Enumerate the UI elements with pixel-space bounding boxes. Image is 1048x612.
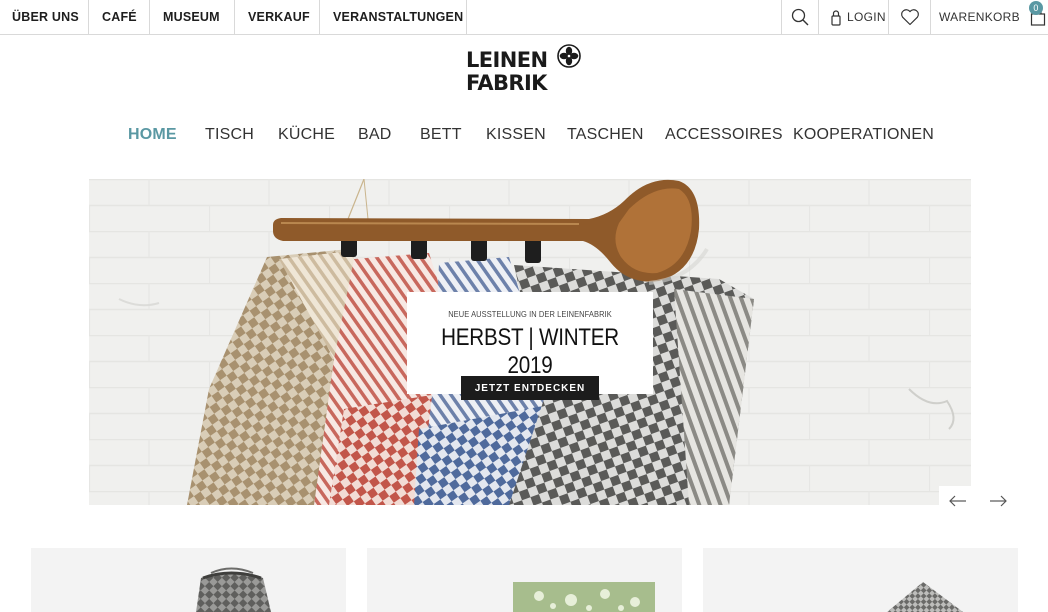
main-nav-home[interactable]: HOME xyxy=(128,126,177,144)
cart-count-badge: 0 xyxy=(1029,1,1043,15)
slider-controls xyxy=(939,486,1019,516)
top-nav-ueber-uns[interactable]: ÜBER UNS xyxy=(0,0,89,34)
product-image-napkin xyxy=(887,582,963,612)
search-icon xyxy=(791,8,809,26)
arrow-left-icon xyxy=(949,495,966,507)
hero-card: NEUE AUSSTELLUNG IN DER LEINENFABRIK HER… xyxy=(407,292,653,400)
product-tile[interactable] xyxy=(31,548,346,612)
hero-title: HERBST | WINTER 2019 xyxy=(441,324,619,379)
product-image-bag xyxy=(196,567,271,612)
hero-slider: NEUE AUSSTELLUNG IN DER LEINENFABRIK HER… xyxy=(89,179,971,505)
site-logo[interactable]: LEINEN FABRIK xyxy=(466,44,586,98)
login-button[interactable]: LOGIN xyxy=(818,0,888,34)
main-nav-bett[interactable]: BETT xyxy=(420,126,462,144)
top-nav-verkauf[interactable]: VERKAUF xyxy=(235,0,320,34)
top-nav-veranstaltungen[interactable]: VERANSTALTUNGEN xyxy=(320,0,467,34)
cart-button[interactable]: WARENKORB 0 xyxy=(930,0,1048,34)
main-nav: HOME TISCH KÜCHE BAD BETT KISSEN TASCHEN… xyxy=(0,126,1048,150)
main-nav-taschen[interactable]: TASCHEN xyxy=(567,126,644,144)
hero-eyebrow: NEUE AUSSTELLUNG IN DER LEINENFABRIK xyxy=(448,309,612,319)
main-nav-kooperationen[interactable]: KOOPERATIONEN xyxy=(793,126,934,144)
heart-icon xyxy=(900,9,919,26)
main-nav-accessoires[interactable]: ACCESSOIRES xyxy=(665,126,783,144)
main-nav-kueche[interactable]: KÜCHE xyxy=(278,126,335,144)
utility-nav: LOGIN WARENKORB 0 xyxy=(781,0,1048,34)
top-nav-cafe[interactable]: CAFÉ xyxy=(89,0,150,34)
top-bar: ÜBER UNS CAFÉ MUSEUM VERKAUF VERANSTALTU… xyxy=(0,0,1048,35)
arrow-right-icon xyxy=(990,495,1007,507)
slider-next-button[interactable] xyxy=(979,486,1017,516)
logo-line-2: FABRIK xyxy=(466,71,547,95)
logo-line-1: LEINEN xyxy=(466,48,548,72)
top-nav-museum[interactable]: MUSEUM xyxy=(150,0,235,34)
search-button[interactable] xyxy=(781,0,818,34)
main-nav-kissen[interactable]: KISSEN xyxy=(486,126,546,144)
top-nav: ÜBER UNS CAFÉ MUSEUM VERKAUF VERANSTALTU… xyxy=(0,0,467,34)
product-tile[interactable] xyxy=(703,548,1018,612)
wishlist-button[interactable] xyxy=(888,0,930,34)
lock-icon xyxy=(831,9,841,26)
main-nav-tisch[interactable]: TISCH xyxy=(205,126,254,144)
product-image-cushion xyxy=(513,582,655,612)
main-nav-bad[interactable]: BAD xyxy=(358,126,392,144)
cart-label: WARENKORB xyxy=(939,10,1020,24)
slider-prev-button[interactable] xyxy=(939,486,977,516)
product-tile[interactable] xyxy=(367,548,682,612)
clover-logo-icon xyxy=(557,44,581,68)
discover-now-button[interactable]: JETZT ENTDECKEN xyxy=(461,376,599,400)
login-label: LOGIN xyxy=(847,10,886,24)
